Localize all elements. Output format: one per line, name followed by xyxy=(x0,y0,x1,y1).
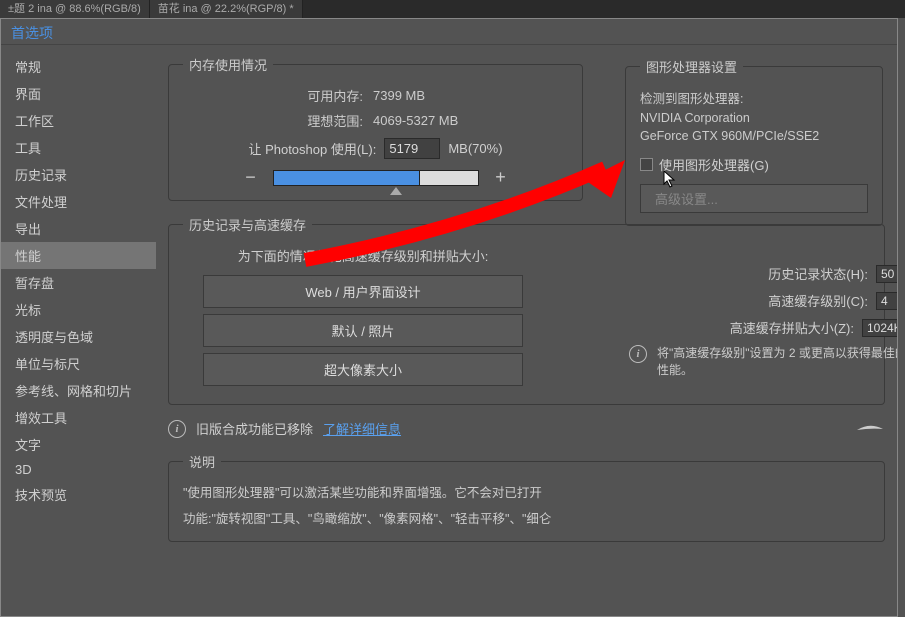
document-tab[interactable]: 苗花 ina @ 22.2%(RGP/8) * xyxy=(150,0,303,18)
sidebar-item[interactable]: 技术预览 xyxy=(1,481,156,508)
cache-tip: 将"高速缓存级别"设置为 2 或更高以获得最佳的 GPU 性能。 xyxy=(657,345,897,379)
mem-available-label: 可用内存: xyxy=(273,86,373,105)
cache-levels-select[interactable] xyxy=(876,292,897,310)
sidebar-item[interactable]: 单位与标尺 xyxy=(1,350,156,377)
sidebar-item[interactable]: 性能 xyxy=(1,242,156,269)
preset-huge-button[interactable]: 超大像素大小 xyxy=(203,353,523,386)
sidebar-item[interactable]: 3D xyxy=(1,458,156,481)
info-icon: i xyxy=(168,420,186,438)
sidebar-item[interactable]: 界面 xyxy=(1,80,156,107)
mem-ideal-value: 4069-5327 MB xyxy=(373,113,458,128)
learn-more-link[interactable]: 了解详细信息 xyxy=(323,419,401,438)
sidebar-item[interactable]: 工具 xyxy=(1,134,156,161)
cursor-icon xyxy=(663,170,677,188)
gpu-detected-label: 检测到图形处理器: xyxy=(640,88,868,107)
description-legend: 说明 xyxy=(183,452,221,471)
slider-handle-icon[interactable] xyxy=(390,187,402,195)
optimize-hint: 为下面的情况优化高速缓存级别和拼贴大小: xyxy=(183,246,543,265)
gpu-vendor: NVIDIA Corporation xyxy=(640,111,868,125)
sidebar-item[interactable]: 暂存盘 xyxy=(1,269,156,296)
mem-available-value: 7399 MB xyxy=(373,88,425,103)
prefs-sidebar: 常规界面工作区工具历史记录文件处理导出性能暂存盘光标透明度与色域单位与标尺参考线… xyxy=(1,45,156,616)
memory-slider[interactable] xyxy=(273,170,479,186)
preset-web-button[interactable]: Web / 用户界面设计 xyxy=(203,275,523,308)
gpu-group: 图形处理器设置 检测到图形处理器: NVIDIA Corporation GeF… xyxy=(625,57,883,226)
memory-increase-button[interactable]: + xyxy=(491,167,511,188)
preset-default-button[interactable]: 默认 / 照片 xyxy=(203,314,523,347)
legacy-removed-text: 旧版合成功能已移除 xyxy=(196,419,313,438)
description-line: "使用图形处理器"可以激活某些功能和界面增强。它不会对已打开 xyxy=(183,483,870,503)
memory-decrease-button[interactable]: − xyxy=(241,167,261,188)
document-tab-bar: ±题 2 ina @ 88.6%(RGB/8) 苗花 ina @ 22.2%(R… xyxy=(0,0,905,18)
sidebar-item[interactable]: 文字 xyxy=(1,431,156,458)
history-cache-group: 历史记录与高速缓存 为下面的情况优化高速缓存级别和拼贴大小: Web / 用户界… xyxy=(168,215,885,405)
sidebar-item[interactable]: 导出 xyxy=(1,215,156,242)
info-icon: i xyxy=(629,345,647,363)
sidebar-item[interactable]: 工作区 xyxy=(1,107,156,134)
sidebar-item[interactable]: 透明度与色域 xyxy=(1,323,156,350)
history-legend: 历史记录与高速缓存 xyxy=(183,215,312,234)
swish-icon xyxy=(855,424,885,434)
let-ps-use-label: 让 Photoshop 使用(L): xyxy=(248,139,376,158)
cache-tile-label: 高速缓存拼贴大小(Z): xyxy=(730,318,854,337)
cache-tile-select[interactable] xyxy=(862,319,897,337)
description-line: 功能:"旋转视图"工具、"鸟瞰缩放"、"像素网格"、"轻击平移"、"细仑 xyxy=(183,509,870,529)
sidebar-item[interactable]: 参考线、网格和切片 xyxy=(1,377,156,404)
preferences-dialog: 首选项 常规界面工作区工具历史记录文件处理导出性能暂存盘光标透明度与色域单位与标… xyxy=(0,18,898,617)
description-group: 说明 "使用图形处理器"可以激活某些功能和界面增强。它不会对已打开 功能:"旋转… xyxy=(168,452,885,542)
dialog-title: 首选项 xyxy=(1,19,897,45)
document-tab[interactable]: ±题 2 ina @ 88.6%(RGB/8) xyxy=(0,0,150,18)
memory-group: 内存使用情况 可用内存: 7399 MB 理想范围: 4069-5327 MB … xyxy=(168,55,583,201)
memory-input[interactable] xyxy=(384,138,440,159)
history-states-select[interactable] xyxy=(876,265,897,283)
gpu-legend: 图形处理器设置 xyxy=(640,57,743,76)
advanced-settings-button[interactable]: 高级设置... xyxy=(640,184,868,213)
memory-unit: MB(70%) xyxy=(448,141,502,156)
memory-legend: 内存使用情况 xyxy=(183,55,273,74)
checkbox-icon xyxy=(640,158,653,171)
sidebar-item[interactable]: 历史记录 xyxy=(1,161,156,188)
prefs-main: 内存使用情况 可用内存: 7399 MB 理想范围: 4069-5327 MB … xyxy=(156,45,897,616)
sidebar-item[interactable]: 文件处理 xyxy=(1,188,156,215)
gpu-device: GeForce GTX 960M/PCIe/SSE2 xyxy=(640,129,868,143)
cache-levels-label: 高速缓存级别(C): xyxy=(768,291,868,310)
sidebar-item[interactable]: 常规 xyxy=(1,53,156,80)
sidebar-item[interactable]: 光标 xyxy=(1,296,156,323)
sidebar-item[interactable]: 增效工具 xyxy=(1,404,156,431)
mem-ideal-label: 理想范围: xyxy=(273,111,373,130)
history-states-label: 历史记录状态(H): xyxy=(768,264,868,283)
